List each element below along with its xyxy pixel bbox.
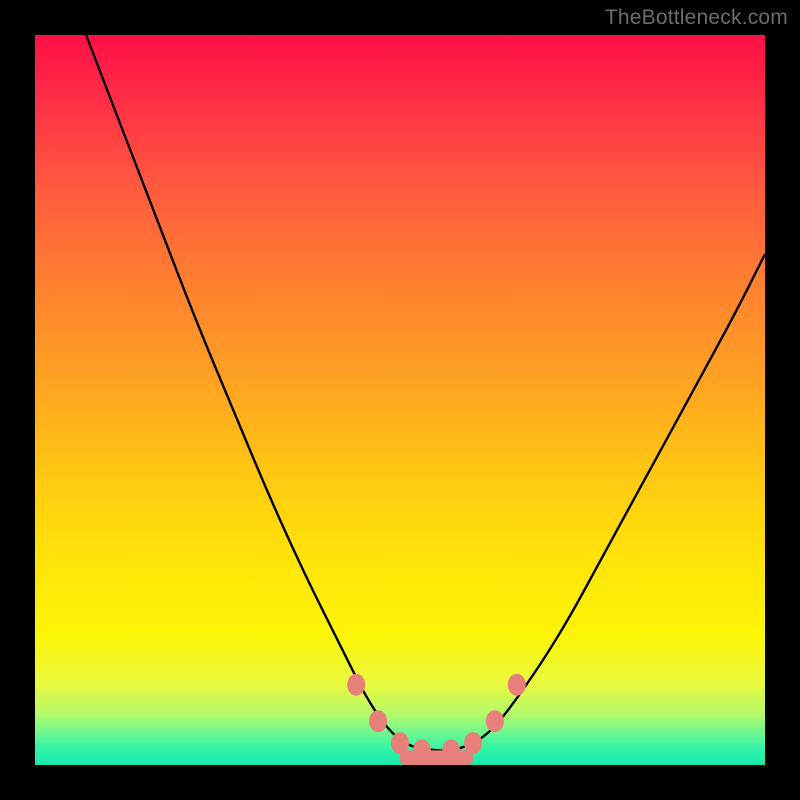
- marker-dot: [347, 674, 365, 696]
- marker-dot: [486, 710, 504, 732]
- curve-markers: [347, 674, 526, 762]
- marker-dot: [369, 710, 387, 732]
- marker-dot: [508, 674, 526, 696]
- watermark-text: TheBottleneck.com: [605, 6, 788, 30]
- bottom-pink-band: [400, 750, 473, 765]
- curve-layer: [35, 35, 765, 765]
- bottleneck-curve: [86, 35, 765, 750]
- chart-frame: TheBottleneck.com: [0, 0, 800, 800]
- plot-area: [35, 35, 765, 765]
